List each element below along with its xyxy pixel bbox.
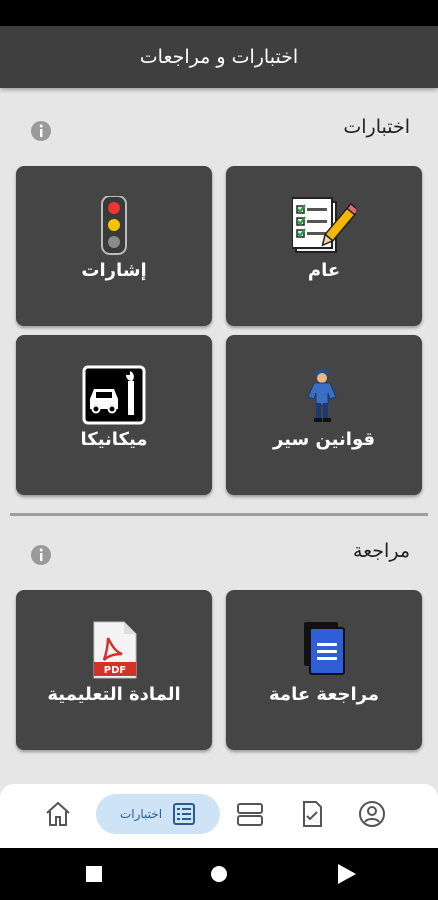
nav-layers[interactable] (232, 794, 268, 834)
pdf-icon: PDF (93, 621, 137, 679)
nav-tests-label: اختبارات (119, 807, 163, 821)
section-title: اختبارات (343, 116, 410, 138)
tile-signals[interactable]: إشارات (16, 166, 212, 326)
recents-icon[interactable] (86, 866, 102, 882)
section-header-tests: اختبارات (0, 112, 438, 148)
tile-label: المادة التعليمية (47, 684, 181, 705)
tile-educational-material[interactable]: PDF المادة التعليمية (16, 590, 212, 750)
info-icon[interactable] (30, 120, 52, 142)
tile-label: إشارات (81, 260, 147, 281)
section-title: مراجعة (352, 540, 410, 562)
status-bar (0, 0, 438, 26)
car-wrench-icon (82, 365, 146, 425)
bottom-navigation: اختبارات (0, 784, 438, 848)
documents-icon (304, 622, 345, 675)
app-bar: اختبارات و مراجعات (0, 26, 438, 88)
tile-mechanics[interactable]: ميكانيكا (16, 335, 212, 495)
section-header-review: مراجعة (0, 536, 438, 572)
section-divider (10, 513, 428, 516)
svg-text:PDF: PDF (104, 665, 126, 676)
tile-general[interactable]: عام (226, 166, 422, 326)
system-navigation-bar (0, 848, 438, 900)
tile-label: ميكانيكا (80, 429, 148, 450)
nav-document-check[interactable] (294, 794, 330, 834)
tile-general-review[interactable]: مراجعة عامة (226, 590, 422, 750)
home-icon (46, 801, 70, 826)
layers-icon (237, 803, 263, 826)
tile-label: عام (307, 260, 341, 281)
checklist-pencil-icon (292, 197, 356, 253)
home-circle-icon[interactable] (210, 865, 228, 883)
back-icon[interactable] (338, 864, 356, 884)
tile-traffic-laws[interactable]: قوانين سير (226, 335, 422, 495)
nav-tests[interactable]: اختبارات (96, 794, 220, 834)
nav-home[interactable] (40, 794, 76, 834)
traffic-light-icon (101, 196, 127, 255)
tile-label: مراجعة عامة (269, 684, 379, 705)
page-title: اختبارات و مراجعات (139, 46, 299, 68)
info-icon[interactable] (30, 544, 52, 566)
nav-account[interactable] (354, 794, 390, 834)
list-icon (173, 803, 196, 825)
account-icon (359, 801, 385, 827)
traffic-officer-icon (307, 369, 337, 422)
document-check-icon (303, 801, 322, 827)
tile-label: قوانين سير (272, 429, 376, 450)
